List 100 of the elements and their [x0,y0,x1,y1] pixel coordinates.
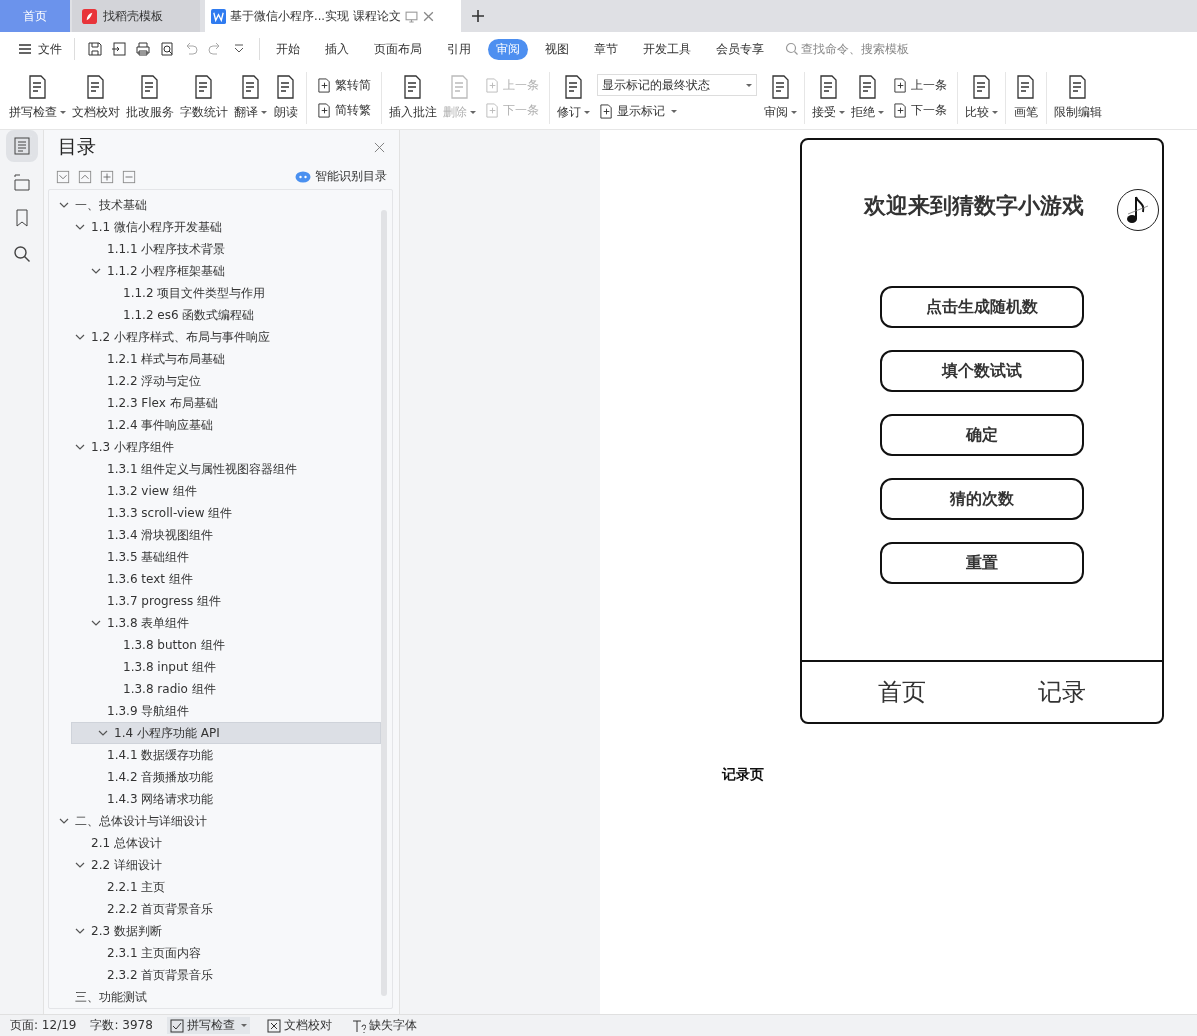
collapse-all-icon[interactable] [122,169,136,184]
export-icon[interactable] [111,41,127,57]
toolbar-button[interactable]: 批改服务 [123,72,177,123]
document-tab[interactable]: 找稻壳模板 [72,0,200,32]
toolbar-button[interactable]: 字数统计 [177,72,231,123]
document-tab[interactable]: 基于微信小程序...实现 课程论文 [205,0,461,32]
toolbar-button[interactable]: 修订 [554,72,593,123]
plus-icon[interactable] [471,9,485,23]
expand-all-icon[interactable] [100,169,114,184]
caret-icon [746,83,752,87]
outline-item[interactable]: 二、总体设计与详细设计 [49,810,381,832]
toolbar-button[interactable]: 比较 [962,72,1001,123]
music-note-icon[interactable] [1116,188,1160,232]
toolbar-button[interactable]: 审阅 [761,72,800,123]
outline-item[interactable]: 1.3 小程序组件 [49,436,381,458]
outline-item[interactable]: 1.1.1 小程序技术背景 [49,238,381,260]
toolbar-button[interactable]: 简转繁 [315,100,373,120]
outline-item[interactable]: 1.4.3 网络请求功能 [49,788,381,810]
outline-item[interactable]: 1.2.4 事件响应基础 [49,414,381,436]
outline-item[interactable]: 1.3.8 radio 组件 [49,678,381,700]
search-icon[interactable] [11,244,32,264]
leaf-logo-icon [82,8,97,24]
outline-item[interactable]: 1.1 微信小程序开发基础 [49,216,381,238]
smart-toc-button[interactable]: 智能识别目录 [295,168,387,185]
outline-item[interactable]: 1.3.8 button 组件 [49,634,381,656]
toolbar-button[interactable]: 限制编辑 [1051,72,1105,123]
outline-item[interactable]: 1.1.2 小程序框架基础 [49,260,381,282]
outline-item[interactable]: 2.2 详细设计 [49,854,381,876]
outline-item[interactable]: 2.3 数据判断 [49,920,381,942]
search-field[interactable]: 查找命令、搜索模板 [785,42,931,56]
print-icon[interactable] [135,41,151,57]
outline-item[interactable]: 2.1 总体设计 [49,832,381,854]
scrollbar[interactable] [381,210,387,996]
toolbar-button[interactable]: 拒绝 [848,72,887,123]
outline-item[interactable]: 1.2.2 浮动与定位 [49,370,381,392]
outline-item[interactable]: 1.1.2 es6 函数式编程础 [49,304,381,326]
toolbar-button[interactable]: 繁转简 [315,75,373,95]
outline-item[interactable]: 1.4.1 数据缓存功能 [49,744,381,766]
outline-item[interactable]: 1.3.8 表单组件 [49,612,381,634]
outline-item[interactable]: 2.2.2 首页背景音乐 [49,898,381,920]
toolbar-button[interactable]: 插入批注 [386,72,440,123]
outline-item[interactable]: 1.3.7 progress 组件 [49,590,381,612]
toolbar-button[interactable]: 上一条 [891,75,949,95]
checkbox-icon [169,1018,184,1033]
outline-item[interactable]: 1.3.6 text 组件 [49,568,381,590]
outline-item[interactable]: 1.1.2 项目文件类型与作用 [49,282,381,304]
outline-item[interactable]: 1.3.9 导航组件 [49,700,381,722]
spell-check-button[interactable]: 拼写检查 [166,1017,250,1034]
close-icon[interactable] [374,141,385,153]
outline-item[interactable]: 1.2 小程序样式、布局与事件响应 [49,326,381,348]
file-menu-button[interactable]: 文件 [14,38,66,60]
navigation-icon[interactable] [11,172,32,192]
outline-item[interactable]: 2.3.1 主页面内容 [49,942,381,964]
outline-item[interactable]: 1.3.4 滑块视图组件 [49,524,381,546]
robot-icon [295,170,311,183]
outline-item[interactable]: 一、技术基础 [49,194,381,216]
game-title: 欢迎来到猜数字小游戏 [864,192,1084,220]
proofread-button[interactable]: 文档校对 [263,1017,335,1034]
outline-item[interactable]: 1.3.3 scroll-view 组件 [49,502,381,524]
chevron-down-icon [59,816,69,826]
mockup-tab-label: 记录 [1038,677,1086,708]
ribbon-tab[interactable]: 视图 [537,38,577,60]
toolbar-button[interactable]: 画笔 [1010,72,1042,123]
outline-item[interactable]: 2.3.2 首页背景音乐 [49,964,381,986]
outline-item[interactable]: 1.2.3 Flex 布局基础 [49,392,381,414]
outline-item[interactable]: 1.3.8 input 组件 [49,656,381,678]
ribbon-tab[interactable]: 页面布局 [366,38,430,60]
outline-item[interactable]: 三、功能测试 [49,986,381,1008]
toolbar-button[interactable]: 接受 [809,72,848,123]
font-icon [351,1018,366,1033]
close-icon[interactable] [421,9,435,23]
ribbon-tab[interactable]: 开始 [268,38,308,60]
tab-label: 找稻壳模板 [103,7,163,25]
toolbar-button[interactable]: 朗读 [270,72,302,123]
markup-dropdown[interactable]: 显示标记的最终状态 [597,74,757,96]
ribbon-tab[interactable]: 插入 [317,38,357,60]
ribbon-tab[interactable]: 章节 [586,38,626,60]
outline-item[interactable]: 1.2.1 样式与布局基础 [49,348,381,370]
toolbar-button[interactable]: 下一条 [891,100,949,120]
toolbar-button[interactable]: 显示标记 [597,102,757,121]
ribbon-tab[interactable]: 会员专享 [708,38,772,60]
outline-item[interactable]: 1.4.2 音频播放功能 [49,766,381,788]
outline-item[interactable]: 2.2.1 主页 [49,876,381,898]
collapse-down-icon[interactable] [56,169,70,184]
missing-fonts-button[interactable]: 缺失字体 [348,1017,420,1034]
toolbar-button[interactable]: 翻译 [231,72,270,123]
save-icon[interactable] [87,41,103,57]
outline-item[interactable]: 1.4 小程序功能 API [71,722,381,744]
ribbon-tab[interactable]: 引用 [439,38,479,60]
print-preview-icon[interactable] [159,41,175,57]
outline-item[interactable]: 1.3.2 view 组件 [49,480,381,502]
toolbar-button[interactable]: 文档校对 [69,72,123,123]
outline-item[interactable]: 1.3.5 基础组件 [49,546,381,568]
ribbon-tab[interactable]: 开发工具 [635,38,699,60]
document-x-icon [266,1018,281,1033]
writer-logo-icon [211,8,226,24]
toolbar-button[interactable]: 拼写检查 [6,72,69,123]
outline-item[interactable]: 1.3.1 组件定义与属性视图容器组件 [49,458,381,480]
collapse-up-icon[interactable] [78,169,92,184]
monitor-icon[interactable] [404,9,418,23]
